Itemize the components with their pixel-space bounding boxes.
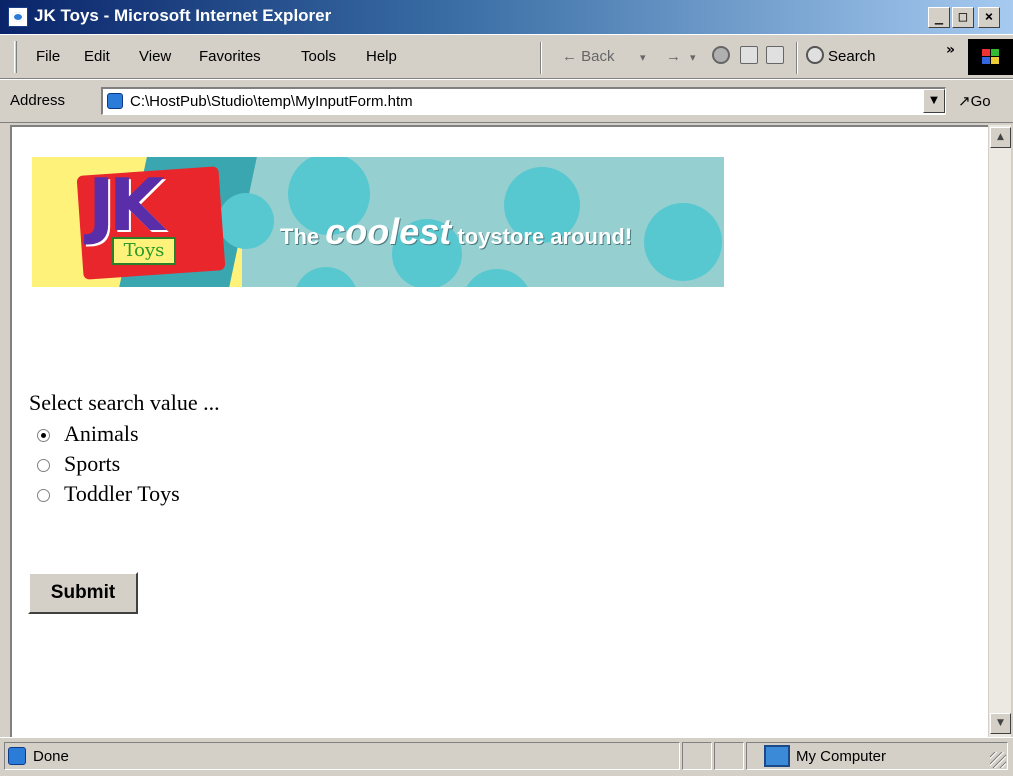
- page-content: JK Toys The coolest toystore around! Sel…: [10, 125, 988, 737]
- status-pane: [714, 742, 744, 770]
- resize-grip[interactable]: [990, 752, 1006, 768]
- menu-tools[interactable]: Tools: [301, 48, 336, 65]
- vertical-scrollbar[interactable]: ▲ ▼: [988, 125, 1011, 737]
- refresh-icon[interactable]: [740, 46, 758, 64]
- jk-toys-banner: JK Toys The coolest toystore around!: [32, 157, 724, 287]
- menu-grip: [14, 41, 17, 73]
- status-pane-main: [4, 742, 680, 770]
- my-computer-icon: [764, 745, 790, 767]
- scroll-down-icon[interactable]: ▼: [990, 713, 1011, 734]
- security-zone: My Computer: [796, 748, 887, 765]
- radio-label-toddler-toys: Toddler Toys: [64, 481, 180, 506]
- radio-option-animals[interactable]: Animals: [34, 421, 234, 449]
- minimize-button[interactable]: _: [928, 7, 950, 28]
- toolbar-separator: [540, 42, 542, 74]
- radio-toddler-toys[interactable]: [37, 489, 50, 502]
- menu-bar: File Edit View Favorites Tools Help ← Ba…: [0, 34, 1013, 79]
- address-bar: Address C:\HostPub\Studio\temp\MyInputFo…: [0, 79, 1013, 123]
- menu-edit[interactable]: Edit: [84, 48, 110, 65]
- address-dropdown-icon[interactable]: ▼: [923, 89, 945, 113]
- submit-button[interactable]: Submit: [28, 572, 138, 614]
- menu-view[interactable]: View: [139, 48, 171, 65]
- address-label: Address: [10, 92, 66, 109]
- radio-label-animals: Animals: [64, 421, 139, 446]
- banner-bubble: [294, 267, 358, 287]
- go-label: Go: [970, 93, 991, 110]
- banner-bubble: [218, 193, 274, 249]
- status-pane: [682, 742, 712, 770]
- maximize-button[interactable]: □: [952, 7, 974, 28]
- banner-bubble: [462, 269, 532, 287]
- status-bar: Done My Computer: [0, 737, 1013, 776]
- windows-logo-icon: [968, 39, 1013, 75]
- close-button[interactable]: ×: [978, 7, 1000, 28]
- tagline-pre: The: [280, 224, 326, 249]
- toolbar-separator: [796, 42, 798, 74]
- radio-animals[interactable]: [37, 429, 50, 442]
- stop-icon[interactable]: [712, 46, 730, 64]
- logo-jk-text: JK: [88, 163, 165, 247]
- scroll-up-icon[interactable]: ▲: [990, 127, 1011, 148]
- search-button[interactable]: Search: [828, 48, 876, 65]
- tagline-post: toystore around!: [451, 224, 633, 249]
- address-input[interactable]: C:\HostPub\Studio\temp\MyInputForm.htm ▼: [101, 87, 946, 115]
- go-arrow-icon: ↗: [958, 93, 971, 110]
- banner-tagline: The coolest toystore around!: [280, 211, 632, 253]
- logo-toys-text: Toys: [112, 237, 176, 265]
- banner-bubble: [644, 203, 722, 281]
- title-bar[interactable]: JK Toys - Microsoft Internet Explorer _ …: [0, 0, 1013, 34]
- forward-dropdown-icon[interactable]: ▾: [690, 51, 696, 64]
- go-button[interactable]: ↗Go: [958, 92, 991, 110]
- menu-help[interactable]: Help: [366, 48, 397, 65]
- page-icon: [107, 93, 123, 109]
- toolbar-chevron[interactable]: »: [946, 42, 955, 58]
- menu-file[interactable]: File: [36, 48, 60, 65]
- page-status-icon: [8, 747, 26, 765]
- search-prompt: Select search value ...: [29, 390, 220, 415]
- ie-icon: [8, 7, 28, 27]
- radio-label-sports: Sports: [64, 451, 121, 476]
- status-text: Done: [33, 748, 69, 765]
- radio-sports[interactable]: [37, 459, 50, 472]
- back-button[interactable]: ← Back: [562, 48, 615, 65]
- radio-option-sports[interactable]: Sports: [34, 451, 234, 479]
- menu-favorites[interactable]: Favorites: [199, 48, 261, 65]
- search-icon[interactable]: [806, 46, 824, 64]
- window-title: JK Toys - Microsoft Internet Explorer: [34, 6, 332, 25]
- back-dropdown-icon[interactable]: ▾: [640, 51, 646, 64]
- radio-option-toddler-toys[interactable]: Toddler Toys: [34, 481, 254, 509]
- forward-button[interactable]: →: [666, 48, 681, 65]
- address-url: C:\HostPub\Studio\temp\MyInputForm.htm: [130, 93, 413, 110]
- home-icon[interactable]: [766, 46, 784, 64]
- tagline-emphasis: coolest: [325, 211, 452, 252]
